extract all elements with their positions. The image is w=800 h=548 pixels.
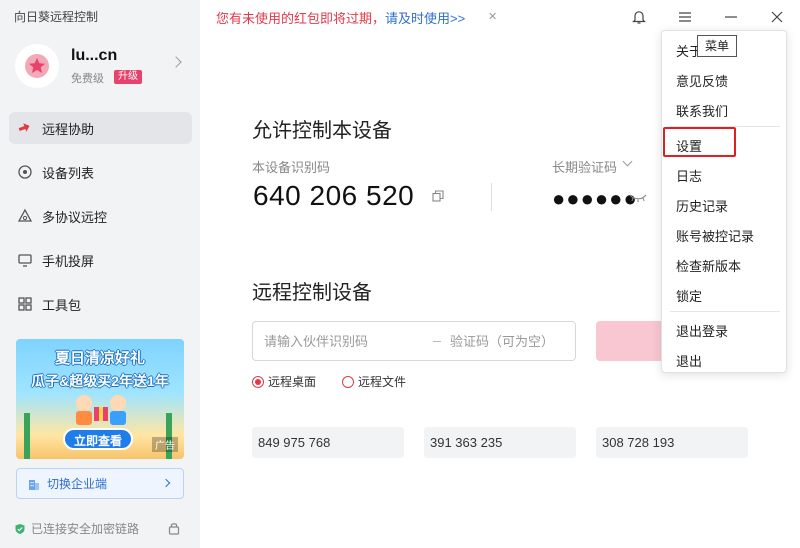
- screen-cast-icon: [17, 252, 33, 268]
- menu-tooltip: 菜单: [697, 35, 737, 57]
- menu-item-check-update[interactable]: 检查新版本: [676, 256, 741, 275]
- settings-highlight-box: [663, 127, 736, 157]
- input-separator: [433, 341, 441, 342]
- remote-assist-icon: [17, 120, 33, 136]
- ad-tag: 广告: [152, 437, 178, 452]
- main-menu-dropdown: 关于 意见反馈 联系我们 设置 日志 历史记录 账号被控记录 检查新版本 锁定 …: [661, 30, 787, 373]
- radio-unselected-icon: [342, 375, 354, 388]
- code-type-label[interactable]: 长期验证码: [552, 157, 617, 176]
- recent-device-item[interactable]: 849 975 768: [252, 427, 404, 458]
- verification-code-input[interactable]: [450, 322, 575, 360]
- chevron-right-icon: [161, 478, 171, 488]
- sidebar-item-label: 远程协助: [42, 121, 95, 137]
- radio-label: 远程桌面: [268, 375, 317, 389]
- lock-icon[interactable]: [168, 521, 180, 535]
- menu-icon[interactable]: [675, 7, 695, 27]
- remote-control-title: 远程控制设备: [252, 282, 372, 304]
- radio-selected-icon: [252, 375, 264, 388]
- close-icon[interactable]: [767, 7, 787, 27]
- sidebar-item-label: 多协议远控: [42, 209, 108, 225]
- menu-item-lock[interactable]: 锁定: [676, 286, 702, 305]
- ad-subline: 瓜子&超级买2年送1年: [31, 373, 169, 389]
- menu-item-account-control-log[interactable]: 账号被控记录: [676, 226, 754, 245]
- toolkit-icon: [17, 296, 33, 312]
- switch-enterprise-button[interactable]: 切换企业端: [16, 468, 184, 499]
- divider: [491, 183, 492, 211]
- minimize-icon[interactable]: [721, 7, 741, 27]
- sidebar-item-remote-assist[interactable]: 远程协助: [9, 112, 192, 144]
- app-window: 向日葵远程控制 lu...cn 免费级 升级 远程协助 设备列表 多协议远控 手…: [0, 0, 800, 548]
- sidebar: 向日葵远程控制 lu...cn 免费级 升级 远程协助 设备列表 多协议远控 手…: [0, 0, 200, 548]
- copy-icon[interactable]: [432, 190, 444, 202]
- ad-headline: 夏日清凉好礼: [54, 350, 145, 367]
- eye-closed-icon[interactable]: [629, 193, 647, 203]
- sidebar-item-label: 工具包: [42, 297, 82, 313]
- building-icon: [29, 479, 39, 490]
- kids-illustration-icon: [76, 395, 126, 425]
- sidebar-nav: 远程协助 设备列表 多协议远控 手机投屏 工具包: [9, 112, 192, 332]
- avatar[interactable]: [15, 44, 59, 88]
- menu-item-contact[interactable]: 联系我们: [676, 101, 728, 120]
- menu-item-feedback[interactable]: 意见反馈: [676, 71, 728, 90]
- notice-link[interactable]: 请及时使用>>: [385, 11, 465, 26]
- expiry-notice: 您有未使用的红包即将过期，请及时使用>>: [216, 8, 465, 27]
- partner-input-group: [252, 321, 576, 361]
- shield-check-icon: [15, 523, 25, 534]
- ad-banner[interactable]: 夏日清凉好礼 瓜子&超级买2年送1年 立即查看 广告: [16, 339, 184, 459]
- menu-item-history[interactable]: 历史记录: [676, 196, 728, 215]
- allow-control-title: 允许控制本设备: [252, 120, 392, 142]
- sidebar-item-multi-protocol[interactable]: 多协议远控: [9, 200, 192, 232]
- sidebar-item-label: 设备列表: [42, 165, 95, 181]
- sidebar-item-screen-cast[interactable]: 手机投屏: [9, 244, 192, 276]
- device-id: 640 206 520: [253, 180, 415, 211]
- notice-close-icon[interactable]: ✕: [488, 10, 497, 23]
- palm-decoration: [24, 413, 30, 459]
- menu-item-exit[interactable]: 退出: [676, 351, 702, 370]
- menu-item-log[interactable]: 日志: [676, 166, 702, 185]
- radio-remote-file[interactable]: 远程文件: [342, 373, 406, 390]
- menu-item-logout[interactable]: 退出登录: [676, 321, 728, 340]
- sidebar-item-label: 手机投屏: [42, 253, 95, 269]
- chevron-right-icon[interactable]: [170, 56, 182, 68]
- device-id-label: 本设备识别码: [252, 160, 331, 175]
- radio-remote-desktop[interactable]: 远程桌面: [252, 373, 316, 390]
- app-title: 向日葵远程控制: [14, 10, 99, 24]
- secure-status: 已连接安全加密链路: [14, 520, 139, 537]
- switch-enterprise-label: 切换企业端: [47, 477, 108, 491]
- username[interactable]: lu...cn: [71, 47, 117, 65]
- palm-decoration: [166, 413, 172, 459]
- device-list-icon: [17, 164, 33, 180]
- notice-text: 您有未使用的红包即将过期，: [216, 11, 386, 26]
- star-avatar-icon: [25, 54, 49, 78]
- upgrade-badge[interactable]: 升级: [114, 70, 142, 84]
- partner-id-input[interactable]: [264, 322, 434, 360]
- bell-icon[interactable]: [629, 7, 649, 27]
- chevron-down-icon[interactable]: [622, 156, 633, 167]
- menu-divider: [670, 311, 780, 312]
- verification-code: ●●●●●●: [552, 186, 638, 211]
- recent-device-item[interactable]: 391 363 235: [424, 427, 576, 458]
- ad-cta-button[interactable]: 立即查看: [63, 428, 133, 450]
- secure-status-text: 已连接安全加密链路: [31, 522, 140, 536]
- plan-label: 免费级: [71, 73, 104, 85]
- radio-label: 远程文件: [358, 375, 407, 389]
- sidebar-item-toolkit[interactable]: 工具包: [9, 288, 192, 320]
- multi-protocol-icon: [17, 208, 33, 224]
- connect-button[interactable]: [596, 321, 666, 361]
- sidebar-item-device-list[interactable]: 设备列表: [9, 156, 192, 188]
- recent-device-item[interactable]: 308 728 193: [596, 427, 748, 458]
